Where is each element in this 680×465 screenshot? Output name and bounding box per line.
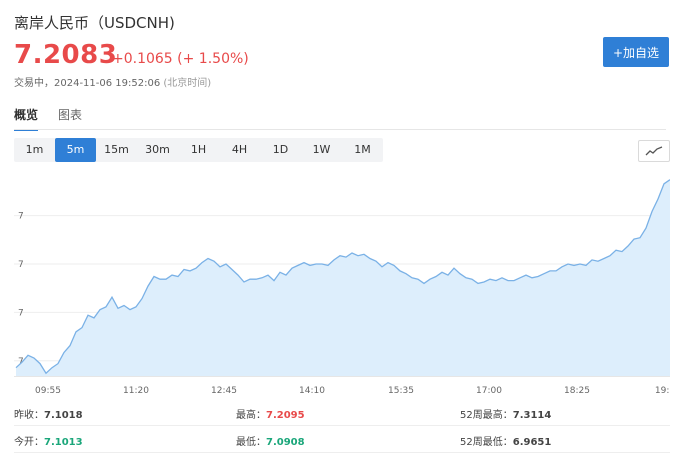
- period-1w[interactable]: 1W: [301, 138, 342, 162]
- period-selector: 1m 5m 15m 30m 1H 4H 1D 1W 1M: [14, 138, 383, 162]
- week52-high-stat: 52周最高：7.3114: [460, 406, 551, 421]
- stats-row: 今开：7.1013 最低：7.0908 52周最低：6.9651: [14, 426, 670, 453]
- stat-label: 昨收：: [14, 410, 44, 421]
- status-label: 交易中，: [14, 78, 54, 89]
- instrument-title: 离岸人民币（USDCNH): [14, 14, 175, 32]
- prev-close-stat: 昨收：7.1018: [14, 406, 83, 421]
- week52-low-value: 6.9651: [512, 437, 552, 448]
- price-chart[interactable]: 7 7 7 7 09:55 11:20 12:45 14:10 15:35 17:00 18:25 1…: [14, 170, 670, 396]
- price-area: [16, 179, 670, 376]
- tab-chart[interactable]: 图表: [58, 106, 82, 131]
- add-to-watchlist-button[interactable]: +加自选: [603, 37, 669, 67]
- tabs-divider: [14, 129, 666, 130]
- x-tick-label: 19:5: [655, 386, 670, 396]
- x-tick-label: 18:25: [564, 386, 590, 396]
- x-tick-label: 11:20: [123, 386, 149, 396]
- day-low-value: 7.0908: [266, 437, 305, 448]
- stat-label: 最高：: [236, 410, 266, 421]
- period-15m[interactable]: 15m: [96, 138, 137, 162]
- chart-type-toggle[interactable]: [638, 140, 670, 162]
- stats-row: 昨收：7.1018 最高：7.2095 52周最高：7.3114: [14, 399, 670, 426]
- status-timestamp: 2024-11-06 19:52:06: [54, 78, 161, 89]
- view-tabs: 概览 图表: [14, 106, 82, 131]
- period-30m[interactable]: 30m: [137, 138, 178, 162]
- stat-label: 最低：: [236, 437, 266, 448]
- day-high-stat: 最高：7.2095: [236, 406, 305, 421]
- trading-status: 交易中，2024-11-06 19:52:06 (北京时间): [14, 74, 211, 89]
- prev-close-value: 7.1018: [44, 410, 83, 421]
- x-tick-label: 17:00: [476, 386, 502, 396]
- day-high-value: 7.2095: [266, 410, 305, 421]
- x-tick-label: 14:10: [299, 386, 325, 396]
- period-1mo[interactable]: 1M: [342, 138, 383, 162]
- period-1h[interactable]: 1H: [178, 138, 219, 162]
- x-tick-label: 12:45: [211, 386, 237, 396]
- stat-label: 52周最低：: [460, 437, 513, 448]
- week52-low-stat: 52周最低：6.9651: [460, 433, 551, 448]
- price-chart-svg: 777709:55 11:20 12:45 14:10 15:35 17:00 18:25 1…: [14, 179, 670, 396]
- current-price: 7.2083: [14, 40, 118, 70]
- week52-high-value: 7.3114: [512, 410, 552, 421]
- x-tick-label: 15:35: [388, 386, 414, 396]
- y-tick-label: 7: [18, 308, 24, 318]
- stats-panel: 昨收：7.1018 最高：7.2095 52周最高：7.3114 今开：7.10…: [14, 399, 670, 453]
- tab-overview[interactable]: 概览: [14, 106, 39, 131]
- line-chart-icon: [645, 146, 663, 156]
- day-low-stat: 最低：7.0908: [236, 433, 305, 448]
- period-1d[interactable]: 1D: [260, 138, 301, 162]
- period-5m[interactable]: 5m: [55, 138, 96, 162]
- y-tick-label: 7: [18, 260, 24, 270]
- period-4h[interactable]: 4H: [219, 138, 260, 162]
- timezone-label: (北京时间): [163, 78, 212, 89]
- open-stat: 今开：7.1013: [14, 433, 83, 448]
- stat-label: 52周最高：: [460, 410, 513, 421]
- x-tick-label: 09:55: [35, 386, 61, 396]
- price-change: +0.1065 (+ 1.50%): [112, 51, 249, 67]
- period-1m[interactable]: 1m: [14, 138, 55, 162]
- open-value: 7.1013: [44, 437, 83, 448]
- stat-label: 今开：: [14, 437, 44, 448]
- y-tick-label: 7: [18, 212, 24, 222]
